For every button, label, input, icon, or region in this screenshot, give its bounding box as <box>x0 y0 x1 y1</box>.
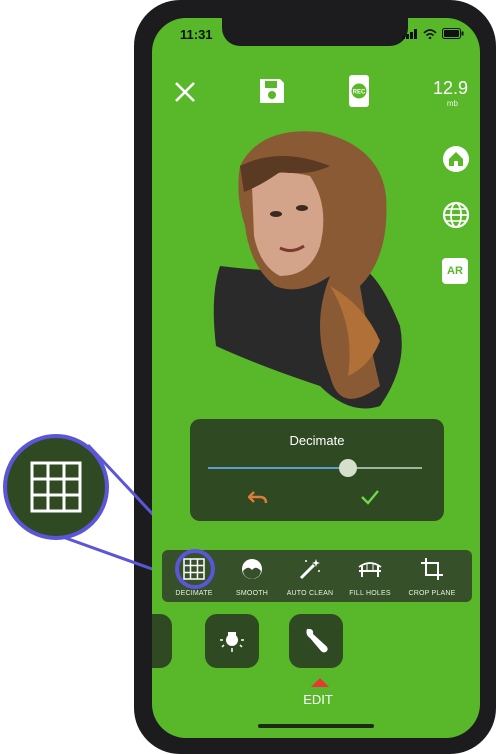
tool-smooth[interactable]: SMOOTH <box>222 554 282 600</box>
tool-label: AUTO CLEAN <box>286 590 334 597</box>
decimate-slider-thumb[interactable] <box>339 459 357 477</box>
active-mode-indicator <box>311 678 329 687</box>
bridge-icon <box>358 562 382 577</box>
tool-fill-holes[interactable]: FILL HOLES <box>340 554 400 600</box>
tool-label: CROP PLANE <box>408 590 456 597</box>
svg-text:REC: REC <box>353 90 366 96</box>
wifi-icon <box>423 28 437 39</box>
edit-label: EDIT <box>303 692 333 707</box>
magic-wand-icon <box>299 559 320 580</box>
status-time: 11:31 <box>180 27 213 42</box>
file-size-unit: mb <box>446 99 458 108</box>
status-icons <box>402 28 464 39</box>
wrench-icon <box>306 628 328 653</box>
undo-icon[interactable] <box>248 489 268 505</box>
tool-label: DECIMATE <box>175 590 213 597</box>
decimate-title: Decimate <box>289 433 345 448</box>
slider-track-empty[interactable] <box>348 467 422 469</box>
smooth-icon <box>242 559 262 579</box>
scan-model[interactable] <box>180 126 420 416</box>
confirm-check-icon[interactable] <box>360 489 380 505</box>
lightbulb-icon <box>220 632 244 652</box>
globe-icon[interactable] <box>442 201 470 229</box>
crop-icon <box>421 558 443 580</box>
edit-mode-button[interactable] <box>289 614 343 668</box>
battery-icon <box>442 28 464 39</box>
home-icon[interactable] <box>442 145 470 173</box>
file-size-value: 12.9 <box>432 78 468 98</box>
signal-icon <box>402 28 417 39</box>
app-screen: 11:31 REC 12.9 mb AR Decimate DECIMATE S… <box>152 18 480 738</box>
home-indicator <box>258 724 374 728</box>
decimate-panel: Decimate <box>190 419 444 521</box>
record-icon[interactable]: REC <box>348 74 370 108</box>
prev-mode-button[interactable] <box>152 614 172 668</box>
tool-auto-clean[interactable]: AUTO CLEAN <box>280 554 340 600</box>
notch <box>222 18 408 46</box>
close-icon[interactable] <box>174 81 196 103</box>
ar-button[interactable]: AR <box>442 258 468 284</box>
slider-track-filled[interactable] <box>208 467 348 469</box>
save-icon[interactable] <box>258 77 286 105</box>
tool-label: SMOOTH <box>236 590 268 597</box>
zoom-callout <box>3 434 109 540</box>
lighting-mode-button[interactable] <box>205 614 259 668</box>
grid-icon <box>30 461 82 513</box>
tool-crop-plane[interactable]: CROP PLANE <box>402 554 462 600</box>
tool-label: FILL HOLES <box>349 590 391 597</box>
highlight-ring <box>175 549 215 589</box>
